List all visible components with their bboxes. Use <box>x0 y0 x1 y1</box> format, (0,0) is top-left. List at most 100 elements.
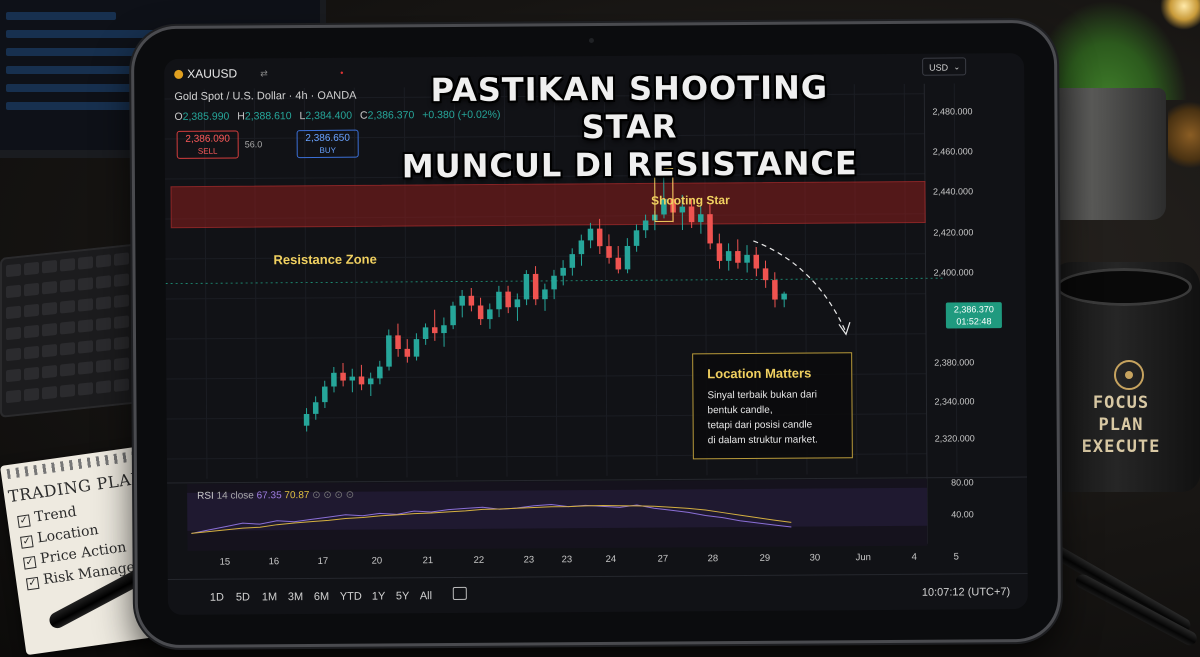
compare-icon[interactable]: ⇄ <box>260 68 268 79</box>
keyboard-key <box>78 382 93 396</box>
candle-body <box>744 254 750 263</box>
keyboard-key <box>6 389 21 404</box>
gold-symbol-icon <box>174 69 184 79</box>
camera-dot <box>588 38 594 44</box>
headline: PASTIKAN SHOOTING STAR MUNCUL DI RESISTAN… <box>401 68 858 186</box>
candle-body <box>340 372 346 381</box>
chart-clock[interactable]: 10:07:12 (UTC+7) <box>922 586 1010 599</box>
price-tick: 2,420.000 <box>933 227 974 238</box>
timeframe-3m[interactable]: 3M <box>288 591 303 603</box>
current-price-tag: 2,386.370 01:52:48 <box>945 302 1002 329</box>
candle-body <box>312 402 319 414</box>
candle-body <box>633 230 640 246</box>
candle-body <box>753 254 760 269</box>
symbol-label[interactable]: XAUUSD <box>174 66 237 81</box>
keyboard-key <box>6 263 21 278</box>
keyboard-key <box>96 296 111 310</box>
keyboard-key <box>42 280 57 295</box>
candle-body <box>781 293 787 300</box>
candle-body <box>459 295 465 306</box>
keyboard-key <box>114 336 129 350</box>
candle-body <box>377 366 383 379</box>
keyboard-key <box>6 305 21 320</box>
keyboard-key <box>96 338 111 352</box>
time-tick: 22 <box>473 554 485 566</box>
candle-body <box>606 246 612 258</box>
keyboard-key <box>24 261 39 276</box>
keyboard-key <box>60 321 75 335</box>
rsi-legend[interactable]: RSI 14 close 67.35 70.87 ⊙ ⊙ ⊙ ⊙ <box>197 490 354 502</box>
keyboard-key <box>114 357 129 371</box>
candle-body <box>772 280 778 300</box>
rsi-tick: 80.00 <box>951 477 974 488</box>
keyboard-key <box>24 345 39 360</box>
candle-body <box>331 372 337 387</box>
keyboard-key <box>78 277 93 291</box>
candle-body <box>441 325 447 334</box>
candle-body <box>642 220 649 231</box>
timeframe-6m[interactable]: 6M <box>314 591 329 603</box>
candle-body <box>413 339 420 357</box>
coffee-mug: FOCUS PLAN EXECUTE <box>1048 262 1200 492</box>
plant-pot <box>1042 88 1166 220</box>
calendar-range-icon[interactable] <box>452 586 467 601</box>
lamp-glow-2 <box>1168 100 1200 170</box>
candle-body <box>358 376 365 385</box>
timeframe-1y[interactable]: 1Y <box>372 590 386 602</box>
keyboard-key <box>24 366 39 381</box>
location-matters-note: Location Matters Sinyal terbaik bukan da… <box>692 352 853 460</box>
keyboard-key <box>42 364 57 379</box>
grid-line <box>953 83 958 474</box>
keyboard-key <box>60 342 75 356</box>
candle-body <box>322 386 328 403</box>
timeframe-all[interactable]: All <box>420 590 432 602</box>
time-tick: 15 <box>219 556 231 568</box>
keyboard-key <box>78 361 93 375</box>
price-tick: 2,440.000 <box>932 186 974 197</box>
mug-text: FOCUS PLAN EXECUTE <box>1081 393 1161 457</box>
note-title: Location Matters <box>707 365 812 382</box>
sell-button[interactable]: 2,386.090 SELL <box>176 130 239 159</box>
price-tick: 2,480.000 <box>932 106 973 117</box>
trading-chart-screen: XAUUSD ⇄ • Gold Spot / U.S. Dollar · 4h … <box>164 53 1028 615</box>
time-tick: 4 <box>911 551 917 563</box>
keyboard-key <box>114 315 129 329</box>
timeframe-5d[interactable]: 5D <box>236 591 250 603</box>
price-tick: 2,380.000 <box>934 357 975 368</box>
timeframe-ytd[interactable]: YTD <box>340 591 362 603</box>
keyboard-key <box>60 384 75 398</box>
candle-body <box>679 206 686 213</box>
candle-body <box>615 257 622 270</box>
candle-body <box>487 309 493 320</box>
candle-body <box>716 243 723 261</box>
timeframe-5y[interactable]: 5Y <box>396 590 410 602</box>
keyboard-key <box>78 340 93 354</box>
note-body: Sinyal terbaik bukan dari bentuk candle,… <box>707 389 818 447</box>
candle-body <box>477 305 484 320</box>
pen-right-2 <box>1073 572 1200 648</box>
resistance-zone <box>170 180 926 229</box>
keyboard-key <box>42 385 57 400</box>
tablet: XAUUSD ⇄ • Gold Spot / U.S. Dollar · 4h … <box>133 22 1059 646</box>
target-logo-icon <box>1114 360 1144 390</box>
candle-body <box>514 299 521 308</box>
candle-body <box>569 254 576 268</box>
currency-select[interactable]: USD ⌄ <box>922 57 967 76</box>
timeframe-1d[interactable]: 1D <box>210 592 224 604</box>
keyboard-key <box>96 359 111 373</box>
time-tick: 17 <box>317 555 329 567</box>
keyboard-key <box>42 301 57 316</box>
keyboard-key <box>78 298 93 312</box>
candle-body <box>587 228 594 241</box>
time-tick: Jun <box>855 552 871 564</box>
buy-button[interactable]: 2,386.650 BUY <box>296 129 359 159</box>
candle-body <box>386 335 392 367</box>
grid-line <box>903 83 908 474</box>
candle-body <box>551 275 557 290</box>
keyboard-key <box>60 363 75 377</box>
price-tick: 2,460.000 <box>932 146 973 157</box>
candle-body <box>707 214 713 244</box>
keyboard-key <box>96 275 111 289</box>
keyboard-key <box>42 259 57 274</box>
timeframe-1m[interactable]: 1M <box>262 591 277 603</box>
